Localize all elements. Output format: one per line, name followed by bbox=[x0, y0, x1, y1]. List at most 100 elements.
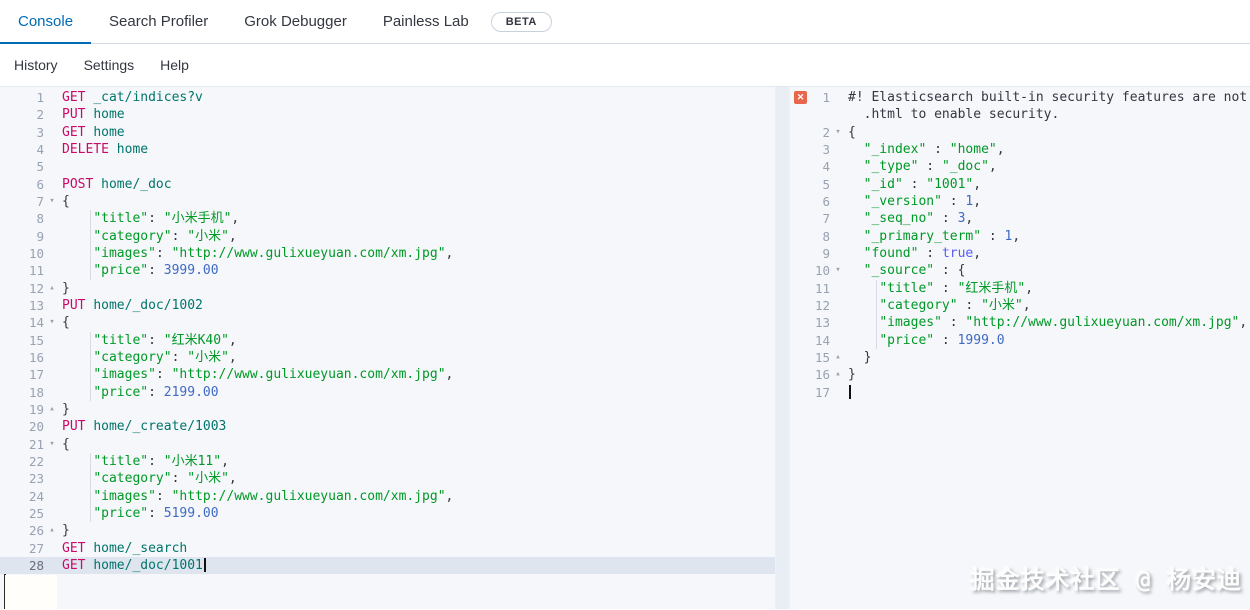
line-number: 23 bbox=[28, 471, 44, 487]
fold-toggle-icon[interactable]: ▾ bbox=[44, 314, 60, 331]
line-number: 7 bbox=[822, 211, 830, 227]
line-number: 16 bbox=[814, 367, 830, 383]
code-text: "_seq_no" : 3, bbox=[863, 211, 974, 227]
code-text: "title": "红米K40", bbox=[60, 331, 775, 349]
console-menu-bar: History Settings Help bbox=[0, 44, 1250, 87]
menu-help[interactable]: Help bbox=[160, 57, 189, 73]
tab-search-profiler[interactable]: Search Profiler bbox=[91, 0, 226, 43]
code-text: "_type" : "_doc", bbox=[863, 159, 997, 175]
line-number: 20 bbox=[28, 419, 44, 435]
fold-gutter bbox=[830, 106, 846, 123]
code-line: 4 DELETE home bbox=[0, 141, 775, 158]
fold-toggle-icon[interactable]: ▴ bbox=[830, 366, 846, 383]
line-number: 17 bbox=[28, 367, 44, 383]
request-editor[interactable]: 1 GET _cat/indices?v 2 PUT home 3 GET home 4 DE… bbox=[0, 87, 775, 609]
code-line: 12 "category" : "小米", bbox=[790, 296, 1250, 315]
code-text: "category": "小米", bbox=[60, 470, 775, 488]
code-line: 15 ▴ } bbox=[790, 349, 1250, 366]
fold-gutter bbox=[44, 210, 60, 227]
fold-gutter bbox=[44, 366, 60, 383]
line-number: 26 bbox=[28, 523, 44, 539]
fold-toggle-icon[interactable]: ▴ bbox=[830, 349, 846, 366]
line-number: 19 bbox=[28, 401, 44, 417]
line-number: 11 bbox=[814, 280, 830, 296]
fold-gutter bbox=[830, 89, 846, 106]
code-text: "category" : "小米", bbox=[846, 296, 1250, 315]
fold-gutter bbox=[830, 384, 846, 401]
code-line: 5 bbox=[0, 158, 775, 175]
tab-console[interactable]: Console bbox=[0, 0, 92, 44]
console-split-view: 1 GET _cat/indices?v 2 PUT home 3 GET home 4 DE… bbox=[0, 87, 1250, 609]
indent-guide bbox=[90, 262, 91, 280]
code-line: 22 "title": "小米11", bbox=[0, 452, 775, 471]
code-line: 27 GET home/_search bbox=[0, 540, 775, 557]
line-number: 13 bbox=[28, 297, 44, 313]
fold-gutter bbox=[44, 124, 60, 141]
code-line: 9 "found" : true, bbox=[790, 245, 1250, 262]
line-number: 22 bbox=[28, 453, 44, 469]
code-line: 21 ▾{ bbox=[0, 436, 775, 453]
line-number: 5 bbox=[822, 176, 830, 192]
code-text: POST home/_doc bbox=[62, 176, 172, 192]
fold-toggle-icon[interactable]: ▴ bbox=[44, 522, 60, 539]
fold-toggle-icon[interactable]: ▴ bbox=[44, 280, 60, 297]
line-number: 4 bbox=[822, 159, 830, 175]
text-cursor bbox=[203, 558, 206, 573]
code-line: 12 ▴} bbox=[0, 280, 775, 297]
code-line: 24 "images": "http://www.gulixueyuan.com… bbox=[0, 487, 775, 505]
code-line: 8 "_primary_term" : 1, bbox=[790, 228, 1250, 245]
code-line: 11 "title" : "红米手机", bbox=[790, 279, 1250, 297]
fold-gutter bbox=[830, 176, 846, 193]
code-line: 19 ▴} bbox=[0, 401, 775, 418]
code-line: 13 "images" : "http://www.gulixueyuan.co… bbox=[790, 314, 1250, 332]
indent-guide bbox=[90, 366, 91, 384]
fold-toggle-icon[interactable]: ▾ bbox=[830, 262, 846, 279]
panel-resize-handle[interactable] bbox=[775, 87, 790, 609]
code-text: "images": "http://www.gulixueyuan.com/xm… bbox=[60, 244, 775, 263]
code-text: "category": "小米", bbox=[60, 348, 775, 367]
line-number: 14 bbox=[28, 315, 44, 331]
fold-gutter bbox=[44, 245, 60, 262]
line-number: 24 bbox=[28, 488, 44, 504]
line-number: 2 bbox=[822, 124, 830, 140]
fold-gutter bbox=[44, 418, 60, 435]
menu-history[interactable]: History bbox=[14, 57, 58, 73]
code-line: 7 "_seq_no" : 3, bbox=[790, 210, 1250, 227]
code-text: PUT home bbox=[62, 107, 125, 123]
indent-guide bbox=[90, 227, 91, 245]
fold-gutter bbox=[830, 210, 846, 227]
line-number: 5 bbox=[36, 159, 44, 175]
fold-toggle-icon[interactable]: ▾ bbox=[44, 436, 60, 453]
fold-toggle-icon[interactable]: ▾ bbox=[830, 124, 846, 141]
fold-gutter bbox=[44, 262, 60, 279]
line-number: 11 bbox=[28, 263, 44, 279]
fold-gutter bbox=[44, 557, 60, 574]
code-text: "images": "http://www.gulixueyuan.com/xm… bbox=[60, 366, 775, 384]
fold-gutter bbox=[830, 245, 846, 262]
code-line: 3 "_index" : "home", bbox=[790, 141, 1250, 158]
fold-toggle-icon[interactable]: ▾ bbox=[44, 193, 60, 210]
line-number: 17 bbox=[814, 384, 830, 400]
line-number: 6 bbox=[36, 176, 44, 192]
menu-settings[interactable]: Settings bbox=[84, 57, 135, 73]
top-navigation: Console Search Profiler Grok Debugger Painl… bbox=[0, 0, 1250, 44]
code-line: 1 GET _cat/indices?v bbox=[0, 89, 775, 106]
tab-grok-debugger[interactable]: Grok Debugger bbox=[226, 0, 365, 43]
fold-gutter bbox=[44, 470, 60, 487]
code-text: GET home/_search bbox=[62, 540, 188, 556]
fold-gutter bbox=[44, 297, 60, 314]
line-number: 25 bbox=[28, 505, 44, 521]
line-number: 10 bbox=[28, 245, 44, 261]
code-text: PUT home/_create/1003 bbox=[62, 419, 227, 435]
response-panel[interactable]: ✕ 1 #! Elasticsearch built-in security fea… bbox=[790, 87, 1250, 609]
code-text bbox=[846, 384, 1250, 401]
fold-gutter bbox=[44, 349, 60, 366]
background-artifact bbox=[5, 575, 57, 609]
line-number: 9 bbox=[822, 245, 830, 261]
code-text: "_source" : { bbox=[863, 263, 966, 279]
indent-guide bbox=[876, 296, 877, 315]
line-number: 8 bbox=[36, 211, 44, 227]
fold-toggle-icon[interactable]: ▴ bbox=[44, 401, 60, 418]
tab-painless-lab[interactable]: Painless Lab bbox=[365, 0, 487, 43]
code-line: 6 "_version" : 1, bbox=[790, 193, 1250, 210]
